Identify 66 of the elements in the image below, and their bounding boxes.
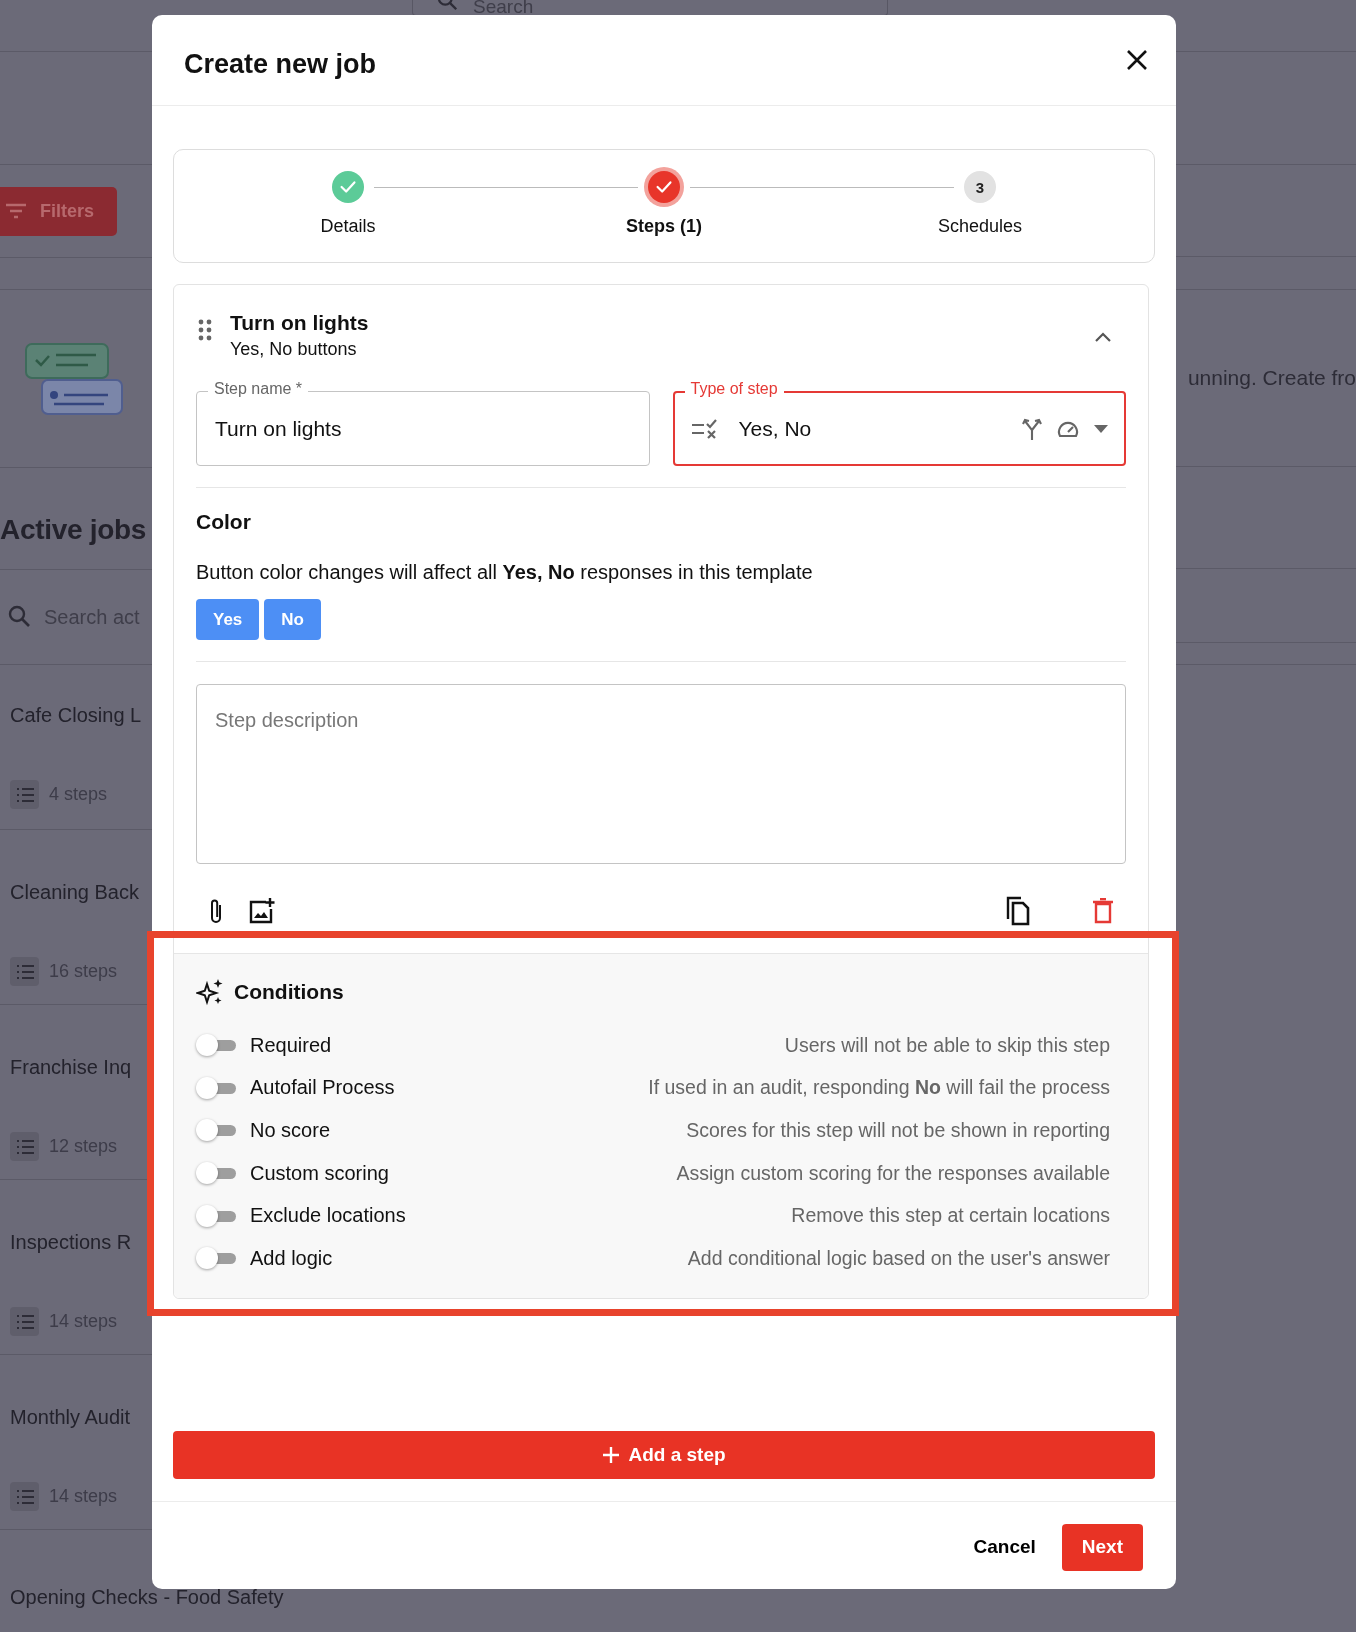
condition-label: Autofail Process: [250, 1076, 396, 1100]
step-number[interactable]: 3: [964, 171, 996, 203]
step-label[interactable]: Schedules: [937, 216, 1023, 237]
response-color-button[interactable]: Yes: [196, 599, 260, 640]
condition-description: Add conditional logic based on the user's answer: [687, 1246, 1111, 1270]
job-title[interactable]: Franchise Inq: [10, 1056, 132, 1078]
field-label: Step name *: [208, 380, 309, 398]
plus-icon: [602, 1445, 621, 1464]
condition-description: Assign custom scoring for the responses available: [676, 1161, 1111, 1185]
color-note: Button color changes will affect all Yes, No responses in this template: [196, 561, 814, 584]
toggle-switch[interactable]: [196, 1161, 236, 1186]
delete-icon[interactable]: [1092, 897, 1114, 924]
drag-handle-icon[interactable]: [198, 319, 212, 341]
section-heading: Conditions: [234, 980, 344, 1004]
filters-button[interactable]: Filters: [0, 186, 117, 236]
job-title[interactable]: Opening Checks - Food Safety: [10, 1587, 284, 1607]
job-title[interactable]: Cleaning Back: [10, 881, 139, 903]
checklist-icon: [690, 417, 719, 440]
condition-description: If used in an audit, responding No will fail the process: [648, 1076, 1111, 1100]
cancel-button[interactable]: Cancel: [969, 1530, 1040, 1565]
condition-description: Users will not be able to skip this step: [784, 1033, 1111, 1057]
page-heading: Active jobs: [0, 513, 147, 546]
condition-description: Remove this step at certain locations: [791, 1204, 1111, 1228]
condition-label: Custom scoring: [250, 1161, 390, 1185]
step-subtitle: Yes, No buttons: [230, 339, 358, 360]
list-icon: [10, 1482, 39, 1511]
step-description-field[interactable]: Step description: [196, 684, 1126, 864]
close-button[interactable]: [1126, 49, 1148, 71]
toggle-switch[interactable]: [196, 1118, 236, 1143]
copy-icon[interactable]: [1004, 895, 1030, 926]
field-label: Type of step: [684, 380, 784, 398]
toggle-switch[interactable]: [196, 1246, 236, 1271]
condition-description: Scores for this step will not be shown in reporting: [686, 1119, 1111, 1142]
fork-icon: [1022, 416, 1042, 441]
list-icon: [10, 957, 39, 986]
toggle-switch[interactable]: [196, 1203, 236, 1228]
empty-state-text: unning. Create fro: [1186, 366, 1356, 390]
step-check-icon[interactable]: [648, 171, 680, 203]
toggle-switch[interactable]: [196, 1075, 236, 1100]
list-icon: [10, 1307, 39, 1336]
add-image-icon[interactable]: [248, 896, 276, 925]
condition-label: Required: [250, 1033, 333, 1057]
add-step-button[interactable]: Add a step: [173, 1430, 1155, 1479]
step-label[interactable]: Steps (1): [626, 216, 702, 237]
step-label[interactable]: Details: [320, 216, 376, 237]
step-title: Turn on lights: [230, 311, 370, 335]
sparkles-icon: [196, 978, 224, 1006]
filter-icon: [4, 202, 28, 220]
job-title[interactable]: Cafe Closing L: [10, 704, 142, 726]
dialog-title: Create new job: [184, 48, 377, 80]
list-icon: [10, 1132, 39, 1161]
response-color-button[interactable]: No: [264, 599, 321, 640]
toggle-switch[interactable]: [196, 1033, 236, 1058]
job-title[interactable]: Inspections R: [10, 1231, 132, 1253]
job-title[interactable]: Monthly Audit: [10, 1406, 131, 1428]
condition-label: No score: [250, 1119, 332, 1142]
step-check-icon[interactable]: [332, 171, 364, 203]
condition-label: Exclude locations: [250, 1204, 407, 1228]
next-button[interactable]: Next: [1061, 1523, 1143, 1571]
collapse-button[interactable]: [1094, 331, 1112, 343]
list-icon: [10, 780, 39, 809]
condition-label: Add logic: [250, 1246, 334, 1270]
section-heading: Color: [196, 510, 252, 534]
search-icon: [8, 605, 32, 629]
caret-icon: [1094, 424, 1108, 433]
paperclip-icon[interactable]: [208, 896, 224, 925]
